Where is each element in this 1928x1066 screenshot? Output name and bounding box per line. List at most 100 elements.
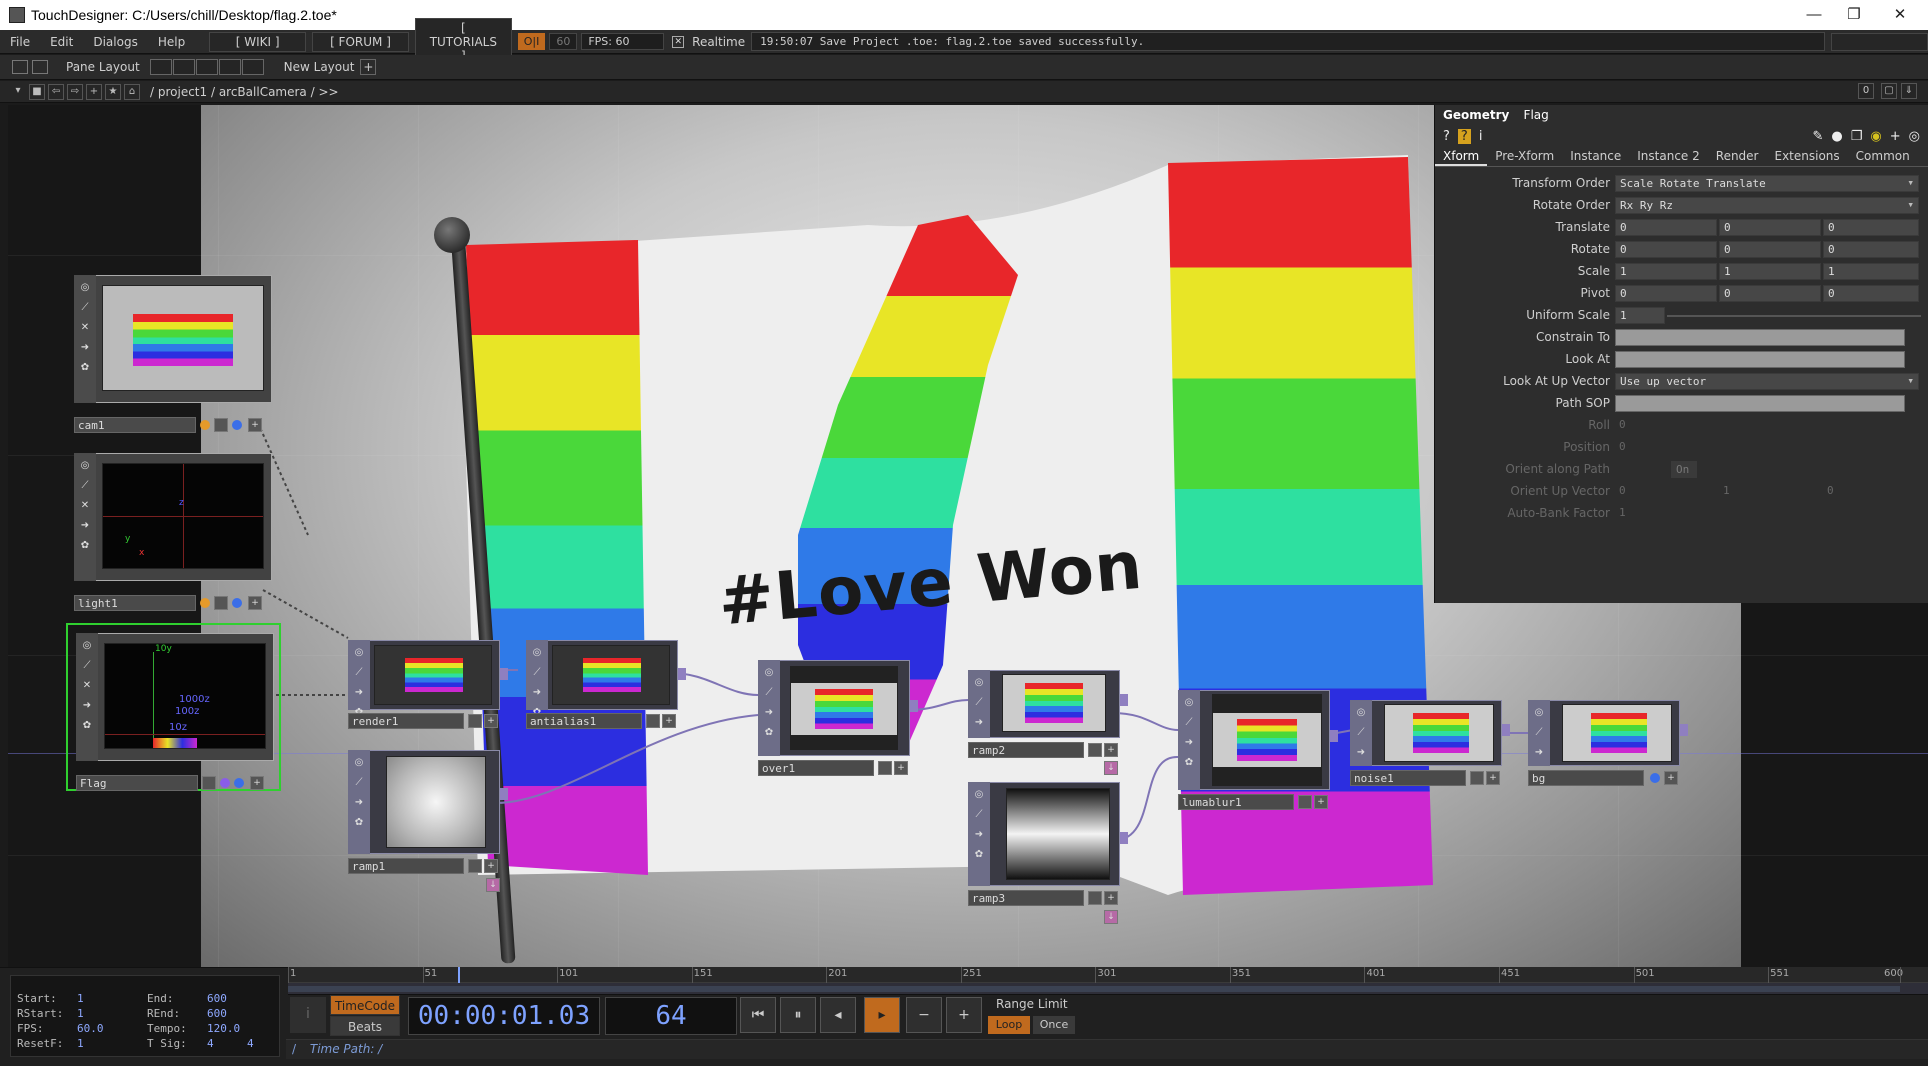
node-ramp1[interactable]: ◎ ⟋ ➜ ✿ ramp1 + ↓ — [348, 750, 508, 900]
transform-order-menu[interactable]: Scale Rotate Translate — [1615, 175, 1919, 192]
rotate-order-menu[interactable]: Rx Ry Rz — [1615, 197, 1919, 214]
edit-icon[interactable]: ✎ — [1813, 129, 1824, 144]
node-render1[interactable]: ◎⟋➜✿ render1 + — [348, 640, 508, 730]
timecode-mode-button[interactable]: TimeCode — [330, 995, 400, 1015]
target-icon[interactable]: ◎ — [1909, 129, 1920, 144]
node-noise1[interactable]: ◎ ⟋ ➜ noise1 + — [1350, 700, 1510, 790]
tab-instance-2[interactable]: Instance 2 — [1629, 147, 1708, 166]
new-layout-button[interactable]: + — [360, 59, 377, 75]
node-label-cam1[interactable]: cam1 — [74, 417, 196, 433]
end-value[interactable]: 600 — [207, 992, 227, 1005]
perform-mode-toggle[interactable]: O|I — [517, 33, 546, 50]
step-minus-icon[interactable]: − — [906, 997, 942, 1033]
timeline-track[interactable] — [288, 983, 1928, 995]
copy-icon[interactable]: ❐ — [1851, 129, 1863, 144]
tempo-value[interactable]: 120.0 — [207, 1022, 240, 1035]
star-icon[interactable]: ★ — [105, 83, 121, 100]
node-over1[interactable]: ◎ ⟋ ➜ ✿ over1 + — [758, 660, 918, 776]
constrain-to-field[interactable] — [1615, 329, 1905, 346]
menu-help[interactable]: Help — [148, 35, 195, 49]
add-icon[interactable]: + — [86, 83, 102, 100]
loop-button[interactable]: Loop — [988, 1016, 1030, 1034]
rotate-x-field[interactable]: 0 — [1615, 241, 1717, 258]
node-label-ramp1[interactable]: ramp1 — [348, 858, 464, 874]
node-flag[interactable]: ◎ ⟋ ✕ ➜ ✿ 10y 1000z 100z 10z Flag + — [66, 623, 281, 791]
node-label-over1[interactable]: over1 — [758, 760, 874, 776]
pivot-z-field[interactable]: 0 — [1823, 285, 1919, 302]
forward-arrow-icon[interactable]: ⇨ — [67, 83, 83, 100]
info-icon[interactable]: i — [1479, 129, 1483, 144]
rotate-z-field[interactable]: 0 — [1823, 241, 1919, 258]
back-arrow-icon[interactable]: ⇦ — [48, 83, 64, 100]
timeline-ruler[interactable]: 1 51 101 151 201 251 301 351 401 451 501 551 600 — [288, 967, 1928, 983]
step-back-icon[interactable]: ◂ — [820, 997, 856, 1033]
translate-x-field[interactable]: 0 — [1615, 219, 1717, 236]
translate-z-field[interactable]: 0 — [1823, 219, 1919, 236]
python-help-icon[interactable]: ? — [1457, 128, 1471, 144]
uniform-scale-slider[interactable] — [1667, 315, 1921, 317]
help-icon[interactable]: ? — [1443, 129, 1450, 144]
uniform-scale-field[interactable]: 1 — [1615, 307, 1665, 324]
scale-x-field[interactable]: 1 — [1615, 263, 1717, 280]
once-button[interactable]: Once — [1033, 1016, 1075, 1034]
start-value[interactable]: 1 — [77, 992, 84, 1005]
layout-single-icon[interactable] — [149, 59, 172, 75]
forum-button[interactable]: [ FORUM ] — [312, 31, 409, 52]
path-sop-field[interactable] — [1615, 395, 1905, 412]
tab-render[interactable]: Render — [1708, 147, 1767, 166]
timecode-display[interactable]: 00:00:01.03 — [408, 997, 600, 1035]
close-button[interactable]: ✕ — [1872, 0, 1928, 30]
node-bg[interactable]: ◎ ⟋ ➜ bg + — [1528, 700, 1688, 790]
rewind-icon[interactable]: ⏮ — [740, 997, 776, 1033]
node-ramp2[interactable]: ◎ ⟋ ➜ ramp2 + ↓ — [968, 670, 1128, 780]
layout-four-icon[interactable] — [241, 59, 264, 75]
step-plus-icon[interactable]: + — [946, 997, 982, 1033]
image-pane-icon[interactable] — [12, 60, 28, 74]
node-label-lumablur1[interactable]: lumablur1 — [1178, 794, 1294, 810]
play-icon[interactable]: ▸ — [864, 997, 900, 1033]
menu-file[interactable]: File — [0, 35, 40, 49]
fps-value[interactable]: 60.0 — [77, 1022, 104, 1035]
param-op-name[interactable]: Flag — [1524, 108, 1549, 122]
node-light1[interactable]: ◎ ⟋ ✕ ➜ ✿ y z x light1 + — [74, 453, 274, 613]
network-path-breadcrumb[interactable]: / project1 / arcBallCamera / >> — [150, 85, 339, 99]
tab-xform[interactable]: Xform — [1435, 147, 1488, 166]
layout-split-v-icon[interactable] — [172, 59, 195, 75]
menu-dialogs[interactable]: Dialogs — [83, 35, 147, 49]
look-at-up-vector-menu[interactable]: Use up vector — [1615, 373, 1919, 390]
tab-extensions[interactable]: Extensions — [1767, 147, 1848, 166]
scale-y-field[interactable]: 1 — [1719, 263, 1821, 280]
pause-icon[interactable]: ⏸ — [780, 997, 816, 1033]
menu-edit[interactable]: Edit — [40, 35, 83, 49]
node-label-antialias1[interactable]: antialias1 — [526, 713, 642, 729]
add-parameter-icon[interactable]: + — [1890, 129, 1901, 144]
search-field[interactable] — [1831, 32, 1928, 51]
node-label-ramp3[interactable]: ramp3 — [968, 890, 1084, 906]
node-label-light1[interactable]: light1 — [74, 595, 196, 611]
translate-y-field[interactable]: 0 — [1719, 219, 1821, 236]
stop-icon[interactable]: ■ — [29, 83, 45, 100]
scale-z-field[interactable]: 1 — [1823, 263, 1919, 280]
pivot-y-field[interactable]: 0 — [1719, 285, 1821, 302]
rotate-y-field[interactable]: 0 — [1719, 241, 1821, 258]
node-label-noise1[interactable]: noise1 — [1350, 770, 1466, 786]
look-at-field[interactable] — [1615, 351, 1905, 368]
home-icon[interactable]: ⌂ — [124, 83, 140, 100]
frame-display[interactable]: 64 — [605, 997, 737, 1035]
pivot-x-field[interactable]: 0 — [1615, 285, 1717, 302]
playhead[interactable] — [457, 967, 460, 983]
resetf-value[interactable]: 1 — [77, 1037, 84, 1050]
tab-pre-xform[interactable]: Pre-Xform — [1487, 147, 1562, 166]
layout-split-h-icon[interactable] — [195, 59, 218, 75]
pane-menu-icon[interactable]: ▾ — [10, 84, 26, 100]
node-ramp3[interactable]: ◎ ⟋ ➜ ✿ ramp3 + ↓ — [968, 782, 1128, 932]
node-label-flag[interactable]: Flag — [76, 775, 198, 791]
rend-value[interactable]: 600 — [207, 1007, 227, 1020]
maximize-pane-icon[interactable]: ▢ — [1881, 83, 1897, 99]
node-cam1[interactable]: ◎ ⟋ ✕ ➜ ✿ cam1 + — [74, 275, 274, 435]
network-pane-icon[interactable] — [32, 60, 48, 74]
wiki-button[interactable]: [ WIKI ] — [209, 31, 307, 52]
python-icon[interactable]: ◉ — [1870, 129, 1881, 144]
fps-target-field[interactable]: 60 — [549, 33, 578, 50]
node-antialias1[interactable]: ◎⟋➜✿ antialias1 + — [526, 640, 686, 730]
